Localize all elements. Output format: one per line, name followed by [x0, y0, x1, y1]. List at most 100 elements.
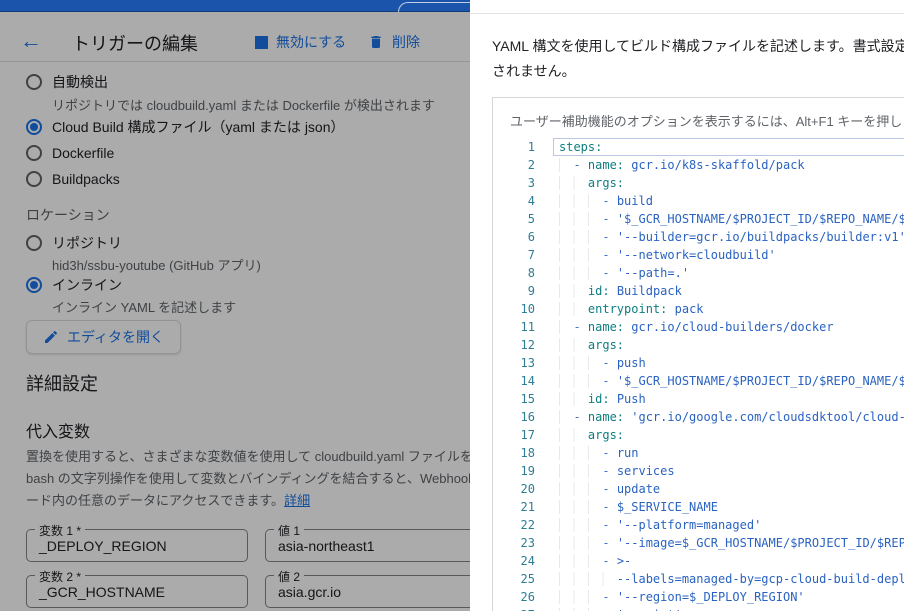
code-line[interactable]: 1 steps: — [493, 138, 904, 156]
code-line-content[interactable]: id: Push — [553, 390, 904, 408]
line-number: 2 — [527, 158, 535, 172]
code-line-content[interactable]: - name: gcr.io/cloud-builders/docker — [553, 318, 904, 336]
code-line-content[interactable]: - '$_GCR_HOSTNAME/$PROJECT_ID/$REPO_NAME… — [553, 210, 904, 228]
code-line-content[interactable]: - '--quiet' — [553, 606, 904, 611]
code-token: '--image=$_GCR_HOSTNAME/$PROJECT_ID/$REP… — [616, 536, 904, 550]
line-number: 17 — [520, 428, 535, 442]
line-number: 7 — [527, 248, 535, 262]
code-token: '$_GCR_HOSTNAME/$PROJECT_ID/$REPO_NAME/$… — [616, 374, 904, 388]
code-line[interactable]: 17 args: — [493, 426, 904, 444]
code-line[interactable]: 9 id: Buildpack — [493, 282, 904, 300]
code-line[interactable]: 20 - update — [493, 480, 904, 498]
code-line[interactable]: 13 - push — [493, 354, 904, 372]
code-line-content[interactable]: - '--image=$_GCR_HOSTNAME/$PROJECT_ID/$R… — [553, 534, 904, 552]
code-line[interactable]: 8 - '--path=.' — [493, 264, 904, 282]
code-token: - — [602, 230, 617, 244]
code-line[interactable]: 5 - '$_GCR_HOSTNAME/$PROJECT_ID/$REPO_NA… — [493, 210, 904, 228]
line-number: 26 — [520, 590, 535, 604]
code-line-content[interactable]: - run — [553, 444, 904, 462]
code-line-content[interactable]: args: — [553, 174, 904, 192]
code-line-content[interactable]: - name: 'gcr.io/google.com/cloudsdktool/… — [553, 408, 904, 426]
code-line-content[interactable]: entrypoint: pack — [553, 300, 904, 318]
code-line-content[interactable]: steps: — [553, 138, 904, 156]
code-line[interactable]: 22 - '--platform=managed' — [493, 516, 904, 534]
code-token: name: — [587, 410, 625, 424]
yaml-dialog-description: YAML 構文を使用してビルド構成ファイルを記述します。書式設定とコメントは保存… — [492, 34, 904, 84]
code-line-content[interactable]: - build — [553, 192, 904, 210]
code-token: - — [602, 554, 617, 568]
code-token: gcr.io/cloud-builders/docker — [624, 320, 834, 334]
code-line-content[interactable]: - push — [553, 354, 904, 372]
code-token: - — [573, 410, 588, 424]
code-line[interactable]: 14 - '$_GCR_HOSTNAME/$PROJECT_ID/$REPO_N… — [493, 372, 904, 390]
code-token: name: — [587, 158, 625, 172]
code-line[interactable]: 3 args: — [493, 174, 904, 192]
code-token — [559, 302, 588, 316]
code-token: >- — [616, 554, 632, 568]
code-line[interactable]: 21 - $_SERVICE_NAME — [493, 498, 904, 516]
code-line[interactable]: 18 - run — [493, 444, 904, 462]
code-line-content[interactable]: - '--region=$_DEPLOY_REGION' — [553, 588, 904, 606]
code-line-content[interactable]: - '--platform=managed' — [553, 516, 904, 534]
code-line-content[interactable]: args: — [553, 336, 904, 354]
code-line[interactable]: 24 - >- — [493, 552, 904, 570]
code-line-content[interactable]: --labels=managed-by=gcp-cloud-build-depl… — [553, 570, 904, 588]
code-line[interactable]: 11 - name: gcr.io/cloud-builders/docker — [493, 318, 904, 336]
line-number: 24 — [520, 554, 535, 568]
code-line-content[interactable]: id: Buildpack — [553, 282, 904, 300]
line-number: 9 — [527, 284, 535, 298]
code-token: args: — [587, 176, 625, 190]
code-line[interactable]: 23 - '--image=$_GCR_HOSTNAME/$PROJECT_ID… — [493, 534, 904, 552]
line-number: 5 — [527, 212, 535, 226]
line-number: 21 — [520, 500, 535, 514]
code-line-content[interactable]: - '--network=cloudbuild' — [553, 246, 904, 264]
code-line[interactable]: 2 - name: gcr.io/k8s-skaffold/pack — [493, 156, 904, 174]
code-line[interactable]: 7 - '--network=cloudbuild' — [493, 246, 904, 264]
code-line[interactable]: 27 - '--quiet' — [493, 606, 904, 611]
code-token: run — [616, 446, 639, 460]
yaml-dialog-description-line2: されません。 — [492, 63, 576, 79]
code-token: - — [602, 212, 617, 226]
code-token — [559, 176, 588, 190]
line-number: 16 — [520, 410, 535, 424]
code-token: '--platform=managed' — [616, 518, 762, 532]
code-line-content[interactable]: - services — [553, 462, 904, 480]
code-token: id: — [587, 392, 610, 406]
code-area[interactable]: 1 steps: 2 - name: gcr.io/k8s-skaffold/pac… — [493, 138, 904, 611]
code-line-content[interactable]: - >- — [553, 552, 904, 570]
code-line[interactable]: 26 - '--region=$_DEPLOY_REGION' — [493, 588, 904, 606]
code-line-content[interactable]: - '$_GCR_HOSTNAME/$PROJECT_ID/$REPO_NAME… — [553, 372, 904, 390]
code-line-content[interactable]: - name: gcr.io/k8s-skaffold/pack — [553, 156, 904, 174]
code-line-content[interactable]: - update — [553, 480, 904, 498]
code-token — [559, 500, 603, 514]
line-number: 18 — [520, 446, 535, 460]
code-line[interactable]: 12 args: — [493, 336, 904, 354]
line-number: 11 — [520, 320, 535, 334]
line-number: 3 — [527, 176, 535, 190]
code-line-content[interactable]: - $_SERVICE_NAME — [553, 498, 904, 516]
code-line[interactable]: 6 - '--builder=gcr.io/buildpacks/builder… — [493, 228, 904, 246]
code-line[interactable]: 15 id: Push — [493, 390, 904, 408]
yaml-editor-dialog: YAML 構文を使用してビルド構成ファイルを記述します。書式設定とコメントは保存… — [470, 0, 904, 611]
code-token — [559, 446, 603, 460]
code-token — [559, 338, 588, 352]
code-token: '--path=.' — [616, 266, 690, 280]
code-line-content[interactable]: - '--builder=gcr.io/buildpacks/builder:v… — [553, 228, 904, 246]
code-line-content[interactable]: args: — [553, 426, 904, 444]
code-line[interactable]: 16 - name: 'gcr.io/google.com/cloudsdkto… — [493, 408, 904, 426]
code-token — [559, 590, 603, 604]
code-token: - — [602, 536, 617, 550]
code-line[interactable]: 10 entrypoint: pack — [493, 300, 904, 318]
code-token: - — [573, 158, 588, 172]
code-line[interactable]: 19 - services — [493, 462, 904, 480]
code-token — [559, 554, 603, 568]
code-line-content[interactable]: - '--path=.' — [553, 264, 904, 282]
code-token — [559, 410, 574, 424]
code-line[interactable]: 25 --labels=managed-by=gcp-cloud-build-d… — [493, 570, 904, 588]
line-number: 23 — [520, 536, 535, 550]
code-token: gcr.io/k8s-skaffold/pack — [624, 158, 805, 172]
code-token — [559, 464, 603, 478]
code-line[interactable]: 4 - build — [493, 192, 904, 210]
code-token — [559, 536, 603, 550]
yaml-code-editor[interactable]: ユーザー補助機能のオプションを表示するには、Alt+F1 キーを押します。 1 s… — [492, 97, 904, 611]
